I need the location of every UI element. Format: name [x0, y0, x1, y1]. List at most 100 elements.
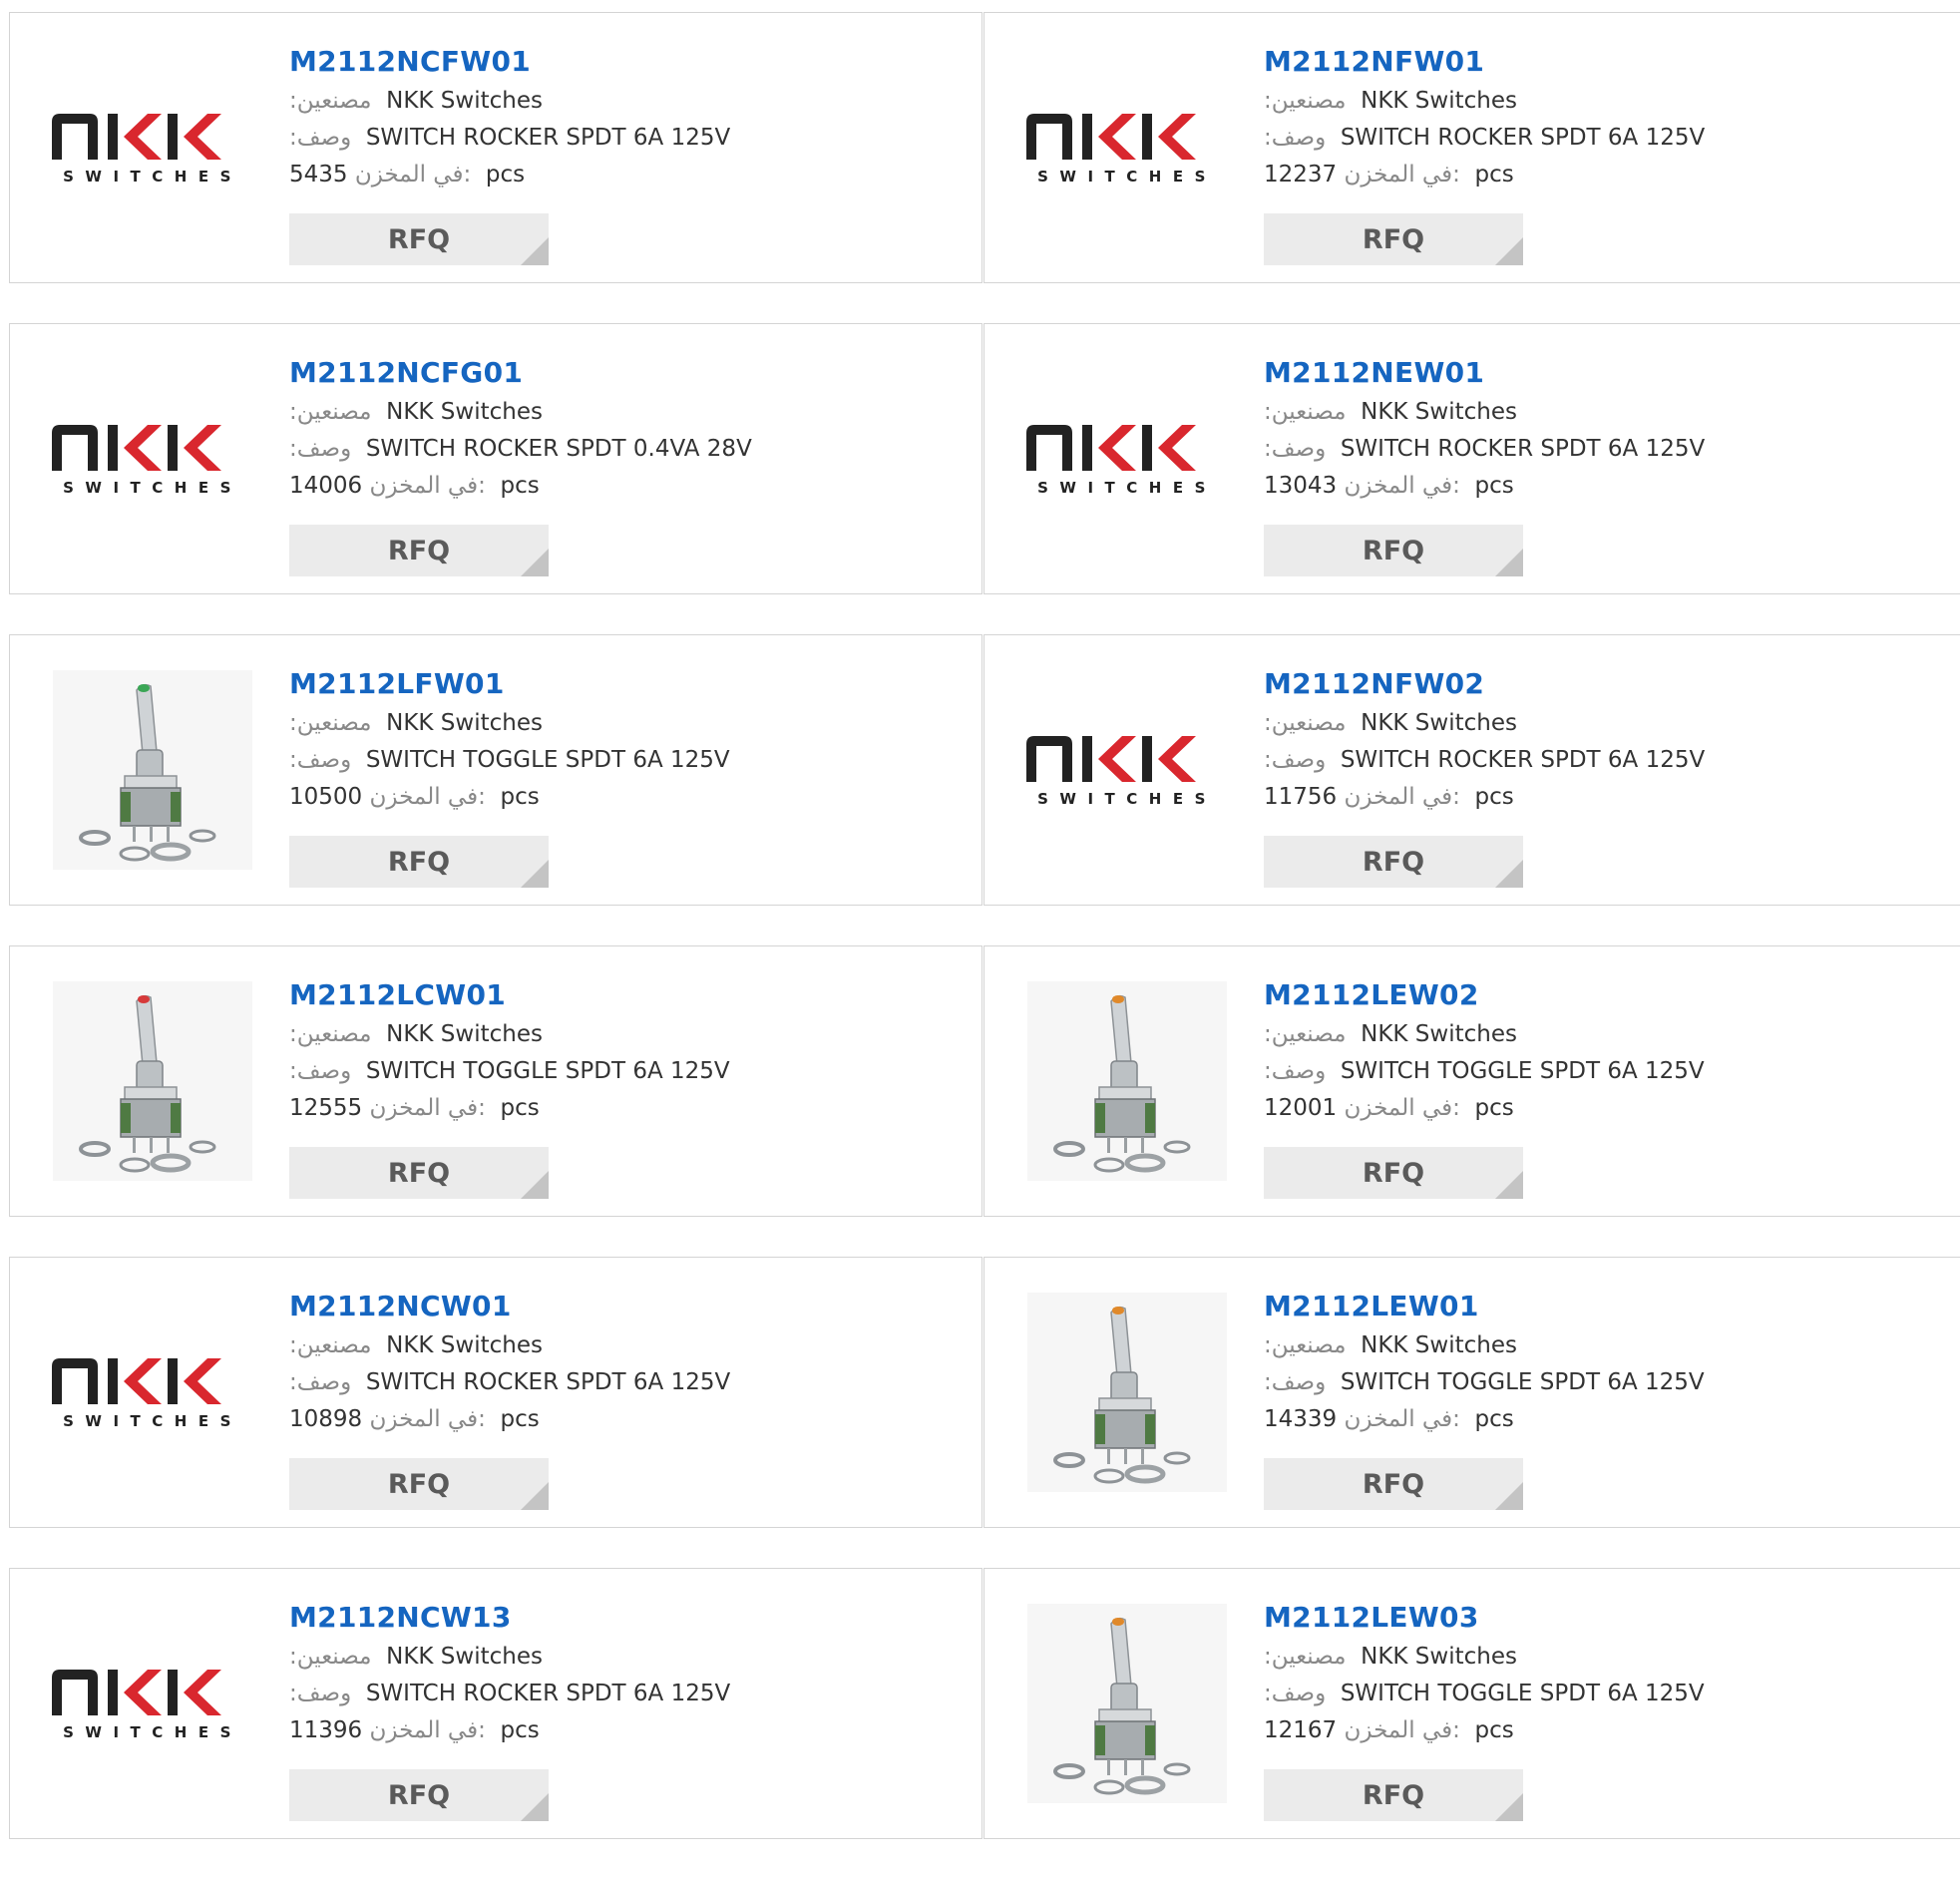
description-row: :وصف SWITCH ROCKER SPDT 6A 125V [1264, 431, 1705, 468]
stock-row: 14339 في المخزن: pcs [1264, 1401, 1705, 1438]
product-info: M2112LCW01 :مصنعين NKK Switches :وصف SWI… [289, 974, 730, 1127]
product-info: M2112LEW02 :مصنعين NKK Switches :وصف SWI… [1264, 974, 1705, 1127]
rfq-button[interactable]: RFQ [1264, 836, 1523, 888]
rfq-button[interactable]: RFQ [1264, 1458, 1523, 1510]
description-row: :وصف SWITCH ROCKER SPDT 6A 125V [289, 1676, 730, 1712]
manufacturer-row: :مصنعين NKK Switches [289, 83, 730, 120]
product-image[interactable]: SWITCHES [48, 1288, 257, 1497]
rfq-label: RFQ [387, 1779, 451, 1811]
part-number-link[interactable]: M2112NCW13 [289, 1597, 730, 1639]
stock-label: في المخزن: [1344, 1095, 1460, 1121]
part-number-link[interactable]: M2112NCFG01 [289, 352, 752, 394]
description-label: :وصف [1264, 1369, 1327, 1395]
stock-row: 10500 في المخزن: pcs [289, 779, 730, 816]
stock-row: 12237 في المخزن: pcs [1264, 157, 1705, 193]
part-number-link[interactable]: M2112NFW01 [1264, 41, 1705, 83]
rfq-button[interactable]: RFQ [289, 1769, 549, 1821]
manufacturer-label: :مصنعين [289, 1332, 372, 1358]
product-image[interactable]: SWITCHES [1022, 354, 1232, 564]
part-number-link[interactable]: M2112LEW03 [1264, 1597, 1705, 1639]
stock-unit: pcs [1474, 784, 1514, 810]
description-label: :وصف [1264, 1058, 1327, 1084]
rfq-button[interactable]: RFQ [289, 525, 549, 576]
product-row: M2112LCW01 :مصنعين NKK Switches :وصف SWI… [9, 945, 1960, 1219]
description-value: SWITCH ROCKER SPDT 6A 125V [365, 125, 731, 151]
stock-row: 12555 في المخزن: pcs [289, 1090, 730, 1127]
product-card: SWITCHES M2112NCFG01 :مصنعين NKK Switche… [9, 323, 982, 594]
product-image[interactable] [48, 976, 257, 1186]
stock-label: في المخزن: [369, 473, 486, 499]
stock-label: في المخزن: [369, 1406, 486, 1432]
stock-row: 12167 في المخزن: pcs [1264, 1712, 1705, 1749]
manufacturer-label: :مصنعين [1264, 1021, 1347, 1047]
stock-value: 12167 [1264, 1717, 1338, 1743]
rfq-button[interactable]: RFQ [289, 1458, 549, 1510]
rfq-button[interactable]: RFQ [1264, 525, 1523, 576]
description-value: SWITCH TOGGLE SPDT 6A 125V [1340, 1058, 1705, 1084]
product-row: SWITCHES M2112NCFW01 :مصنعين NKK Switche… [9, 12, 1960, 285]
rfq-button[interactable]: RFQ [1264, 1147, 1523, 1199]
description-label: :وصف [1264, 747, 1327, 773]
stock-unit: pcs [1474, 1717, 1514, 1743]
product-image[interactable] [1022, 1288, 1232, 1497]
rfq-label: RFQ [1362, 1779, 1425, 1811]
manufacturer-row: :مصنعين NKK Switches [289, 1639, 730, 1676]
part-number-link[interactable]: M2112LFW01 [289, 663, 730, 705]
rfq-button[interactable]: RFQ [1264, 213, 1523, 265]
stock-row: 14006 في المخزن: pcs [289, 468, 752, 505]
product-image[interactable]: SWITCHES [48, 354, 257, 564]
product-image[interactable] [1022, 1599, 1232, 1808]
rfq-button[interactable]: RFQ [289, 1147, 549, 1199]
svg-text:SWITCHES: SWITCHES [1037, 168, 1217, 186]
part-number-link[interactable]: M2112LEW01 [1264, 1286, 1705, 1327]
product-image[interactable] [48, 665, 257, 875]
toggle-switch-icon [1027, 1293, 1227, 1492]
manufacturer-label: :مصنعين [289, 710, 372, 736]
manufacturer-label: :مصنعين [289, 1021, 372, 1047]
stock-label: في المخزن: [354, 162, 472, 188]
part-number-link[interactable]: M2112LCW01 [289, 974, 730, 1016]
toggle-switch-icon [1027, 981, 1227, 1181]
product-image[interactable]: SWITCHES [1022, 665, 1232, 875]
product-card: SWITCHES M2112NEW01 :مصنعين NKK Switches… [983, 323, 1960, 594]
manufacturer-row: :مصنعين NKK Switches [1264, 83, 1705, 120]
stock-label: في المخزن: [369, 1717, 486, 1743]
rfq-label: RFQ [1362, 846, 1425, 878]
stock-label: في المخزن: [369, 784, 486, 810]
stock-unit: pcs [1474, 162, 1514, 188]
description-label: :وصف [1264, 125, 1327, 151]
part-number-link[interactable]: M2112NCFW01 [289, 41, 730, 83]
nkk-logo-icon: SWITCHES [1026, 425, 1205, 497]
product-image[interactable] [1022, 976, 1232, 1186]
manufacturer-row: :مصنعين NKK Switches [289, 705, 730, 742]
rfq-button[interactable]: RFQ [1264, 1769, 1523, 1821]
description-row: :وصف SWITCH ROCKER SPDT 6A 125V [1264, 742, 1705, 779]
stock-row: 10898 في المخزن: pcs [289, 1401, 730, 1438]
part-number-link[interactable]: M2112NFW02 [1264, 663, 1705, 705]
product-info: M2112NCFW01 :مصنعين NKK Switches :وصف SW… [289, 41, 730, 193]
part-number-link[interactable]: M2112NCW01 [289, 1286, 730, 1327]
rfq-button[interactable]: RFQ [289, 836, 549, 888]
stock-value: 13043 [1264, 473, 1338, 499]
description-row: :وصف SWITCH TOGGLE SPDT 6A 125V [1264, 1053, 1705, 1090]
description-value: SWITCH TOGGLE SPDT 6A 125V [365, 1058, 730, 1084]
part-number-link[interactable]: M2112LEW02 [1264, 974, 1705, 1016]
product-image[interactable]: SWITCHES [1022, 43, 1232, 252]
stock-label: في المخزن: [1344, 1406, 1460, 1432]
toggle-switch-icon [53, 670, 252, 870]
part-number-link[interactable]: M2112NEW01 [1264, 352, 1705, 394]
stock-row: 11396 في المخزن: pcs [289, 1712, 730, 1749]
manufacturer-label: :مصنعين [1264, 399, 1347, 425]
stock-unit: pcs [500, 1717, 540, 1743]
product-image[interactable]: SWITCHES [48, 43, 257, 252]
manufacturer-value: NKK Switches [386, 1332, 543, 1358]
product-grid: SWITCHES M2112NCFW01 :مصنعين NKK Switche… [9, 12, 1960, 1879]
stock-unit: pcs [1474, 473, 1514, 499]
stock-value: 12237 [1264, 162, 1338, 188]
product-row: SWITCHES M2112NCW01 :مصنعين NKK Switches… [9, 1257, 1960, 1530]
description-value: SWITCH TOGGLE SPDT 6A 125V [1340, 1681, 1705, 1706]
rfq-label: RFQ [1362, 1157, 1425, 1189]
rfq-button[interactable]: RFQ [289, 213, 549, 265]
manufacturer-value: NKK Switches [386, 1644, 543, 1670]
product-image[interactable]: SWITCHES [48, 1599, 257, 1808]
